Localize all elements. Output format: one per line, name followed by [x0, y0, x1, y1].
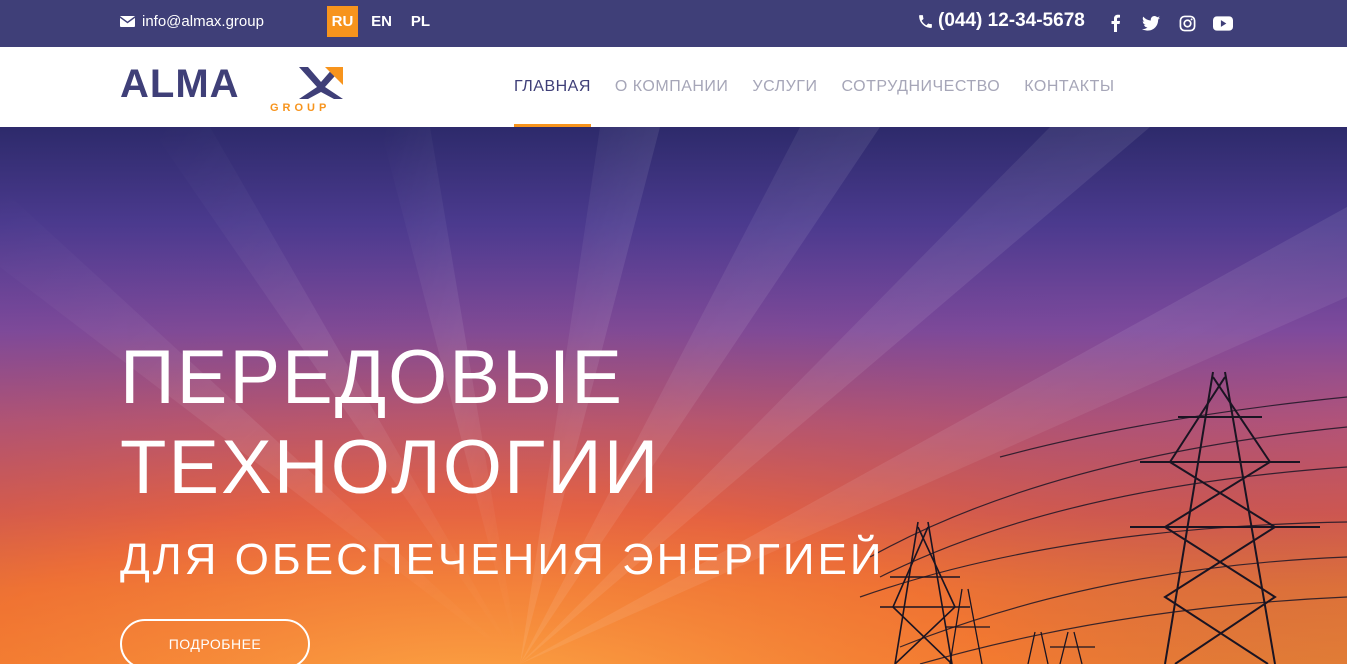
- lang-ru[interactable]: RU: [327, 6, 358, 37]
- nav-cooperation[interactable]: СОТРУДНИЧЕСТВО: [841, 47, 1000, 127]
- lang-en[interactable]: EN: [366, 6, 397, 37]
- lang-pl[interactable]: PL: [405, 6, 436, 37]
- nav-home[interactable]: ГЛАВНАЯ: [514, 47, 591, 127]
- social-links: [1104, 12, 1234, 34]
- hero-title-line-2: ТЕХНОЛОГИИ: [120, 425, 661, 510]
- svg-text:ALMA: ALMA: [120, 62, 240, 106]
- hero-title-line-1: ПЕРЕДОВЫЕ: [120, 335, 624, 420]
- site-header: ALMA GROUP ГЛАВНАЯ О КОМПАНИИ УСЛУГИ СОТ…: [0, 47, 1347, 127]
- phone-number: (044) 12-34-5678: [938, 10, 1085, 31]
- more-button[interactable]: ПОДРОБНЕЕ: [120, 619, 310, 664]
- svg-text:GROUP: GROUP: [270, 102, 330, 113]
- email-link[interactable]: info@almax.group: [120, 13, 264, 30]
- instagram-icon[interactable]: [1176, 12, 1198, 34]
- facebook-icon[interactable]: [1104, 12, 1126, 34]
- hero-subtitle: ДЛЯ ОБЕСПЕЧЕНИЯ ЭНЕРГИЕЙ: [120, 535, 885, 584]
- main-nav: ГЛАВНАЯ О КОМПАНИИ УСЛУГИ СОТРУДНИЧЕСТВО…: [514, 47, 1139, 127]
- nav-services[interactable]: УСЛУГИ: [752, 47, 817, 127]
- nav-about[interactable]: О КОМПАНИИ: [615, 47, 729, 127]
- phone-link[interactable]: (044) 12-34-5678: [917, 10, 1085, 32]
- mail-icon: [120, 16, 135, 27]
- hero-banner: ПЕРЕДОВЫЕ ТЕХНОЛОГИИ ДЛЯ ОБЕСПЕЧЕНИЯ ЭНЕ…: [0, 127, 1347, 664]
- hero-title: ПЕРЕДОВЫЕ ТЕХНОЛОГИИ: [120, 333, 660, 513]
- topbar: info@almax.group RU EN PL (044) 12-34-56…: [0, 0, 1347, 47]
- nav-contacts[interactable]: КОНТАКТЫ: [1024, 47, 1114, 127]
- phone-icon: [919, 14, 932, 28]
- almax-logo[interactable]: ALMA GROUP: [120, 61, 345, 113]
- email-text: info@almax.group: [142, 13, 264, 30]
- language-switcher: RU EN PL: [327, 6, 444, 37]
- twitter-icon[interactable]: [1140, 12, 1162, 34]
- youtube-icon[interactable]: [1212, 12, 1234, 34]
